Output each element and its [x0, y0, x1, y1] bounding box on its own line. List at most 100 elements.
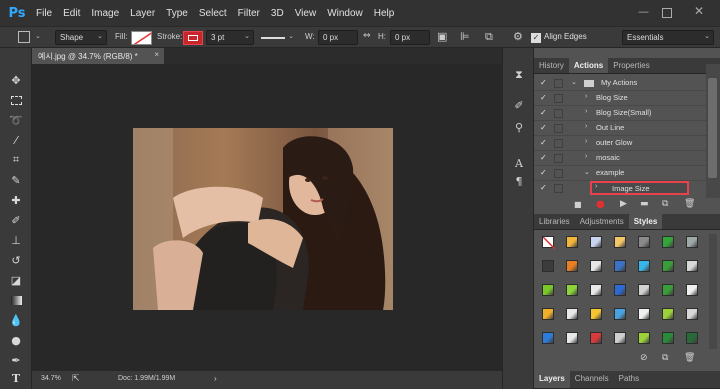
workspace-select[interactable]: Essentials ⌄ [622, 30, 714, 45]
style-swatch[interactable] [542, 308, 554, 320]
shape-tool-icon[interactable] [18, 31, 30, 43]
style-swatch[interactable] [590, 236, 602, 248]
dialog-toggle[interactable] [554, 184, 563, 193]
chevron-right-icon[interactable]: › [595, 183, 597, 190]
blur-icon[interactable]: 💧 [8, 312, 24, 328]
document-image[interactable] [133, 128, 393, 310]
path-arrangement-icon[interactable]: ⧉ [485, 30, 493, 44]
new-style-icon[interactable]: ⧉ [662, 353, 668, 363]
new-action-icon[interactable]: ⧉ [662, 199, 668, 209]
tab-styles[interactable]: Styles [628, 214, 663, 229]
move-icon[interactable]: ✥ [8, 72, 24, 88]
style-swatch[interactable] [662, 332, 674, 344]
style-swatch[interactable] [686, 332, 698, 344]
action-row[interactable]: ✓ ⌄ example [534, 166, 706, 181]
menu-file[interactable]: File [36, 8, 52, 19]
styles-scrollbar[interactable] [709, 234, 717, 349]
action-set-row[interactable]: ✓ ⌄ My Actions [534, 76, 706, 91]
style-swatch[interactable] [542, 260, 554, 272]
style-swatch[interactable] [662, 308, 674, 320]
dialog-toggle[interactable] [554, 109, 563, 118]
close-tab-icon[interactable]: × [154, 50, 159, 59]
toggle-check-icon[interactable]: ✓ [540, 153, 547, 162]
gradient-icon[interactable] [8, 292, 24, 308]
style-swatch[interactable] [590, 284, 602, 296]
style-swatch[interactable] [686, 236, 698, 248]
style-swatch[interactable] [638, 284, 650, 296]
healing-icon[interactable]: ✚ [8, 192, 24, 208]
dialog-toggle[interactable] [554, 124, 563, 133]
style-swatch[interactable] [566, 284, 578, 296]
chevron-right-icon[interactable]: › [585, 93, 587, 100]
menu-help[interactable]: Help [374, 8, 395, 19]
style-swatch[interactable] [638, 332, 650, 344]
close-window-icon[interactable]: ✕ [694, 4, 704, 18]
stop-icon[interactable]: ■ [574, 200, 582, 209]
style-swatch[interactable] [542, 236, 556, 250]
dialog-toggle[interactable] [554, 79, 563, 88]
style-swatch[interactable] [566, 236, 578, 248]
marquee-icon[interactable] [8, 92, 24, 108]
style-swatch[interactable] [614, 260, 626, 272]
chevron-right-icon[interactable]: › [214, 374, 217, 383]
style-swatch[interactable] [590, 260, 602, 272]
gear-icon[interactable]: ⚙ [513, 30, 523, 43]
style-swatch[interactable] [662, 236, 674, 248]
toggle-check-icon[interactable]: ✓ [540, 93, 547, 102]
paragraph-panel-icon[interactable]: ¶ [512, 174, 526, 188]
style-swatch[interactable] [638, 308, 650, 320]
style-swatch[interactable] [566, 332, 578, 344]
style-swatch[interactable] [614, 236, 626, 248]
chevron-down-icon[interactable]: ⌄ [584, 168, 590, 176]
link-icon[interactable]: ⇔ [363, 31, 371, 41]
zoom-level[interactable]: 34.7% [41, 375, 61, 382]
character-panel-icon[interactable]: A [512, 156, 526, 170]
clear-style-icon[interactable]: ⊘ [640, 353, 648, 363]
dialog-toggle[interactable] [554, 139, 563, 148]
action-row[interactable]: ✓ › mosaic [534, 151, 706, 166]
brush-icon[interactable]: ✐ [8, 212, 24, 228]
selected-action-highlight[interactable]: › Image Size [590, 181, 689, 195]
clone-source-icon[interactable]: ⚲ [512, 120, 526, 134]
document-tab[interactable]: 예시.jpg @ 34.7% (RGB/8) * × [32, 48, 164, 64]
chevron-right-icon[interactable]: › [585, 108, 587, 115]
tab-libraries[interactable]: Libraries [534, 214, 575, 229]
shape-mode-select[interactable]: Shape ⌄ [55, 30, 107, 45]
style-swatch[interactable] [542, 284, 554, 296]
eyedropper-icon[interactable]: ✎ [8, 172, 24, 188]
lasso-icon[interactable]: ➰ [8, 112, 24, 128]
path-operations-icon[interactable]: ▣ [437, 30, 447, 43]
eraser-icon[interactable]: ◪ [8, 272, 24, 288]
menu-type[interactable]: Type [166, 8, 188, 19]
crop-icon[interactable]: ⌗ [8, 152, 24, 168]
menu-filter[interactable]: Filter [238, 8, 260, 19]
chevron-right-icon[interactable]: › [585, 123, 587, 130]
tab-layers[interactable]: Layers [534, 371, 570, 388]
history-panel-icon[interactable]: ⧗ [512, 68, 526, 82]
style-swatch[interactable] [566, 308, 578, 320]
tab-adjustments[interactable]: Adjustments [575, 214, 629, 229]
history-brush-icon[interactable]: ↺ [8, 252, 24, 268]
actions-scroll-thumb[interactable] [708, 78, 717, 178]
toggle-check-icon[interactable]: ✓ [540, 123, 547, 132]
tab-channels[interactable]: Channels [570, 371, 614, 388]
toggle-check-icon[interactable]: ✓ [540, 183, 547, 192]
chevron-right-icon[interactable]: › [585, 138, 587, 145]
trash-icon[interactable]: 🗑 [684, 353, 695, 363]
action-row[interactable]: ✓ › Out Line [534, 121, 706, 136]
height-input[interactable]: 0 px [390, 30, 430, 45]
style-swatch[interactable] [542, 332, 554, 344]
fill-swatch[interactable] [131, 31, 152, 45]
new-set-icon[interactable]: ▬ [640, 199, 649, 209]
tab-paths[interactable]: Paths [614, 371, 644, 388]
toggle-check-icon[interactable]: ✓ [540, 108, 547, 117]
dialog-toggle[interactable] [554, 154, 563, 163]
style-swatch[interactable] [614, 284, 626, 296]
style-swatch[interactable] [662, 260, 674, 272]
style-swatch[interactable] [686, 284, 698, 296]
action-row[interactable]: ✓ › outer Glow [534, 136, 706, 151]
style-swatch[interactable] [614, 308, 626, 320]
menu-select[interactable]: Select [199, 8, 227, 19]
maximize-icon[interactable] [662, 8, 672, 18]
toggle-check-icon[interactable]: ✓ [540, 138, 547, 147]
